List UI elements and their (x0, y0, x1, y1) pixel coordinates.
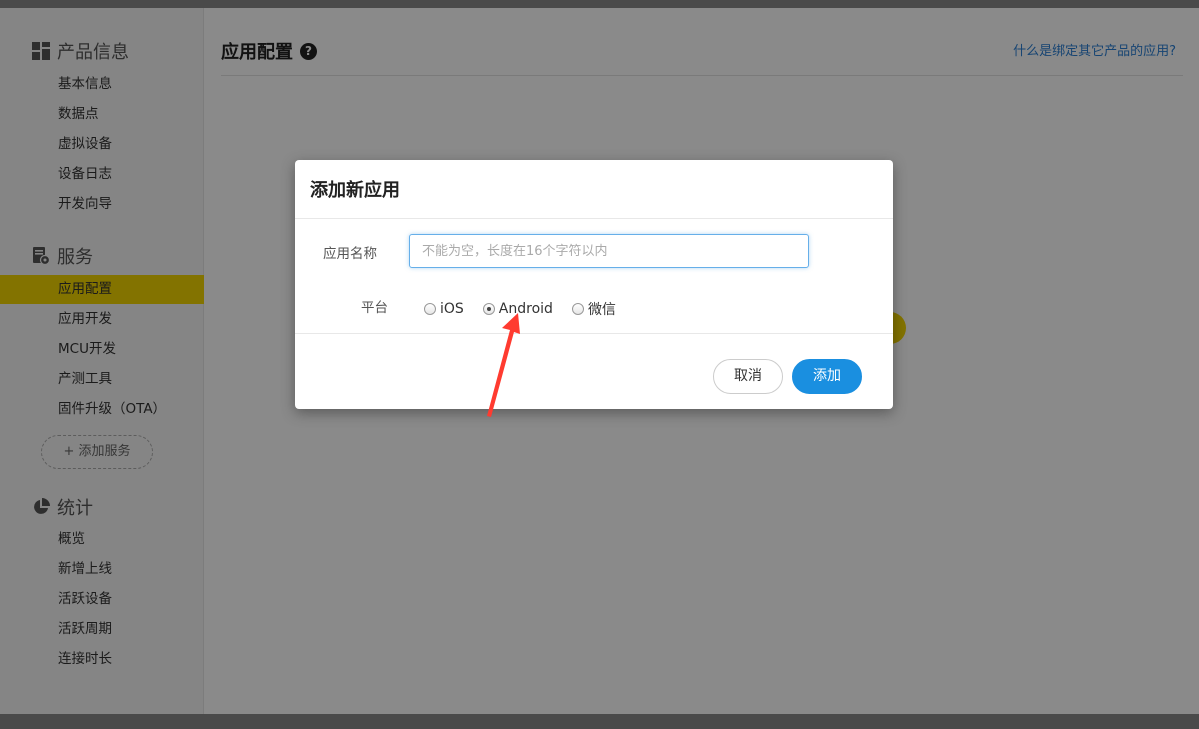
cancel-button[interactable]: 取消 (713, 359, 783, 394)
add-button[interactable]: 添加 (792, 359, 862, 394)
platform-label: 平台 (361, 300, 388, 316)
add-app-dialog: 添加新应用 应用名称 平台 iOS Android 微信 取消 添加 (295, 160, 893, 409)
dialog-header: 添加新应用 (295, 160, 893, 219)
radio-label: Android (498, 301, 553, 317)
dialog-title: 添加新应用 (310, 180, 400, 201)
radio-checked-icon[interactable] (482, 303, 495, 315)
radio-label: iOS (440, 301, 464, 317)
radio-circle-icon[interactable] (424, 303, 436, 315)
radio-circle-icon[interactable] (571, 303, 584, 315)
dialog-footer-divider (295, 333, 893, 334)
app-name-label: 应用名称 (323, 246, 377, 262)
platform-radio-group: iOS Android 微信 (424, 299, 635, 319)
radio-label: 微信 (587, 302, 616, 318)
radio-wechat[interactable]: 微信 (571, 299, 616, 319)
radio-android[interactable]: Android (482, 301, 553, 317)
app-name-input[interactable] (409, 234, 809, 268)
radio-ios[interactable]: iOS (424, 301, 464, 317)
